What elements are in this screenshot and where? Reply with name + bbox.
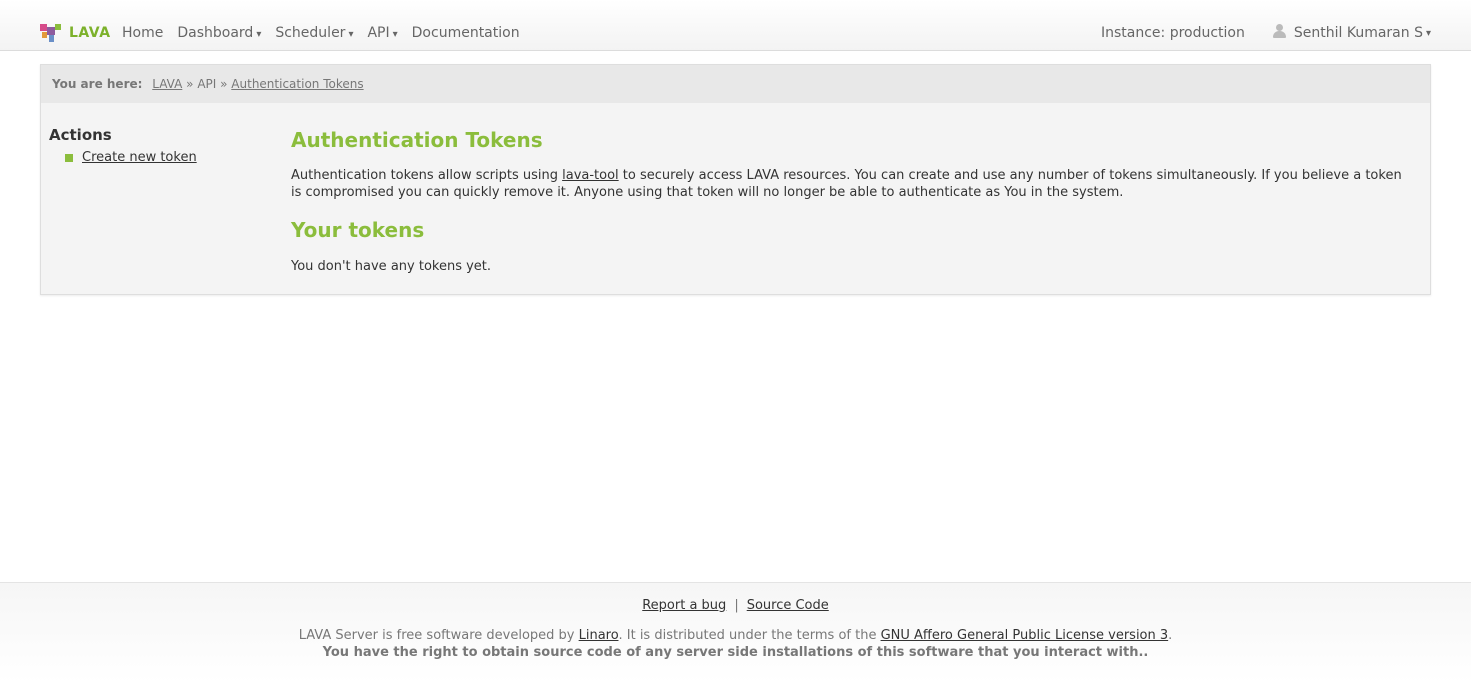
sidebar: Actions Create new token (49, 126, 269, 165)
breadcrumb-api: API (197, 77, 217, 91)
source-code-link[interactable]: Source Code (747, 598, 829, 613)
tokens-empty-message: You don't have any tokens yet. (291, 259, 492, 274)
sidebar-actions: Create new token (49, 150, 269, 165)
page-title: Authentication Tokens (291, 128, 543, 152)
brand-link[interactable]: LAVA (40, 24, 111, 42)
brand-name: LAVA (69, 25, 111, 41)
nav-home[interactable]: Home (122, 25, 163, 41)
main-container: You are here: LAVA » API » Authenticatio… (40, 64, 1431, 295)
footer: Report a bug | Source Code LAVA Server is … (0, 582, 1471, 683)
chevron-down-icon: ▾ (392, 29, 398, 40)
top-navbar: LAVA Home Dashboard ▾ Scheduler ▾ API ▾ Doc… (0, 0, 1471, 51)
footer-separator: | (734, 598, 739, 613)
instance-label: Instance: production (1100, 25, 1245, 41)
square-bullet-icon (65, 153, 73, 162)
linaro-link[interactable]: Linaro (579, 628, 619, 643)
nav-right: Instance: production Senthil Kumaran S ▾ (1100, 24, 1431, 41)
breadcrumb-separator: » (186, 77, 194, 91)
nav-documentation[interactable]: Documentation (412, 25, 520, 41)
license-text-part: . It is distributed under the terms of t… (618, 628, 881, 643)
license-text: LAVA Server is free software developed b… (0, 628, 1471, 643)
create-new-token-link[interactable]: Create new token (82, 150, 197, 165)
user-icon (1272, 24, 1286, 38)
license-text-part: . (1168, 628, 1173, 643)
license-text-part: LAVA Server is free software developed b… (298, 628, 579, 643)
page-description: Authentication tokens allow scripts usin… (291, 167, 1411, 201)
footer-links: Report a bug | Source Code (0, 598, 1471, 613)
report-bug-link[interactable]: Report a bug (642, 598, 726, 613)
nav-api-label: API (367, 25, 390, 41)
main-content: Authentication Tokens Authentication tok… (291, 128, 1411, 275)
main-nav: Home Dashboard ▾ Scheduler ▾ API ▾ Document… (122, 25, 534, 41)
source-rights-text: You have the right to obtain source code… (322, 645, 1149, 660)
tokens-heading: Your tokens (291, 218, 425, 242)
chevron-down-icon: ▾ (256, 29, 262, 40)
nav-documentation-label: Documentation (411, 25, 520, 41)
nav-dashboard[interactable]: Dashboard ▾ (177, 25, 261, 41)
desc-text: Authentication tokens allow scripts usin… (291, 168, 563, 183)
agpl-license-link[interactable]: GNU Affero General Public License versio… (881, 628, 1169, 643)
chevron-down-icon: ▾ (348, 29, 354, 40)
lava-logo-icon (40, 24, 62, 42)
nav-home-label: Home (122, 25, 164, 41)
user-name: Senthil Kumaran S (1293, 25, 1423, 41)
nav-dashboard-label: Dashboard (177, 25, 254, 41)
breadcrumb-lava[interactable]: LAVA (152, 77, 182, 91)
sidebar-item-create-token: Create new token (65, 150, 269, 165)
sidebar-title: Actions (49, 126, 112, 144)
lava-tool-link[interactable]: lava-tool (562, 168, 619, 183)
user-menu[interactable]: Senthil Kumaran S ▾ (1272, 24, 1431, 41)
breadcrumb-label: You are here: (52, 77, 143, 91)
breadcrumb-separator: » (220, 77, 228, 91)
nav-api[interactable]: API ▾ (367, 25, 397, 41)
nav-scheduler-label: Scheduler (275, 25, 346, 41)
breadcrumb: You are here: LAVA » API » Authenticatio… (41, 65, 1430, 103)
chevron-down-icon: ▾ (1425, 27, 1431, 39)
breadcrumb-authentication-tokens[interactable]: Authentication Tokens (231, 77, 363, 91)
nav-scheduler[interactable]: Scheduler ▾ (275, 25, 353, 41)
